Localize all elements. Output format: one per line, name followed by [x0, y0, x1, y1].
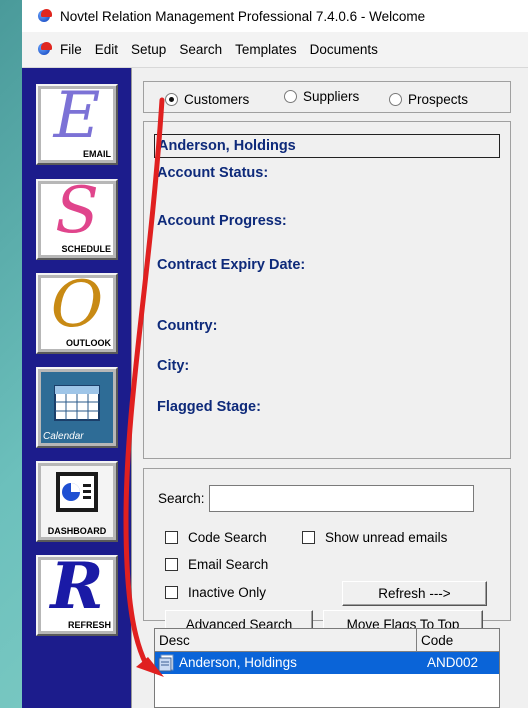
- code-search-checkbox[interactable]: Code Search: [165, 530, 267, 545]
- column-header-code[interactable]: Code: [417, 629, 499, 652]
- account-progress-label: Account Progress:: [157, 213, 287, 229]
- refresh-launcher-button[interactable]: R REFRESH: [36, 555, 118, 636]
- refresh-letter-icon: R: [50, 560, 104, 624]
- system-menu-icon[interactable]: [38, 42, 53, 57]
- customer-grid: Desc Code Anderson, Holdings AND002: [154, 628, 500, 708]
- city-label: City:: [157, 358, 190, 374]
- radio-prospects-label: Prospects: [408, 92, 469, 107]
- row-desc: Anderson, Holdings: [179, 655, 297, 670]
- schedule-button-label: SCHEDULE: [61, 244, 111, 254]
- outlook-button[interactable]: O OUTLOOK: [36, 273, 118, 354]
- show-unread-label: Show unread emails: [325, 530, 448, 545]
- show-unread-box[interactable]: [302, 531, 315, 544]
- schedule-button[interactable]: S SCHEDULE: [36, 179, 118, 260]
- app-window: Novtel Relation Management Professional …: [22, 0, 528, 708]
- email-search-box[interactable]: [165, 558, 178, 571]
- menu-bar: File Edit Setup Search Templates Documen…: [22, 32, 528, 68]
- column-header-desc[interactable]: Desc: [155, 629, 417, 652]
- calendar-button-label: Calendar: [43, 431, 84, 442]
- dashboard-button[interactable]: DASHBOARD: [36, 461, 118, 542]
- schedule-letter-icon: S: [55, 184, 99, 248]
- app-logo-icon: [38, 8, 53, 24]
- radio-customers[interactable]: Customers: [165, 92, 249, 107]
- radio-suppliers-label: Suppliers: [303, 89, 360, 104]
- menu-file[interactable]: File: [60, 42, 82, 57]
- email-button[interactable]: E EMAIL: [36, 84, 118, 165]
- table-row[interactable]: Anderson, Holdings AND002: [155, 652, 499, 674]
- email-letter-icon: E: [53, 89, 101, 153]
- radio-suppliers[interactable]: Suppliers: [284, 89, 359, 104]
- radio-prospects[interactable]: Prospects: [389, 92, 468, 107]
- radio-customers-label: Customers: [184, 92, 250, 107]
- search-input[interactable]: [209, 485, 474, 512]
- refresh-launcher-label: REFRESH: [67, 620, 111, 630]
- email-search-label: Email Search: [188, 557, 269, 572]
- menu-search[interactable]: Search: [179, 42, 222, 57]
- radio-circle-suppliers[interactable]: [284, 90, 297, 103]
- search-label: Search:: [158, 491, 205, 506]
- menu-edit[interactable]: Edit: [95, 42, 118, 57]
- menu-documents[interactable]: Documents: [310, 42, 378, 57]
- email-search-checkbox[interactable]: Email Search: [165, 557, 268, 572]
- inactive-only-box[interactable]: [165, 586, 178, 599]
- inactive-only-checkbox[interactable]: Inactive Only: [165, 585, 266, 600]
- main-panel: Customers Suppliers Prospects Anderson, …: [131, 68, 528, 708]
- dashboard-button-label: DASHBOARD: [47, 526, 107, 536]
- radio-circle-customers[interactable]: [165, 93, 178, 106]
- row-code: AND002: [427, 655, 479, 670]
- contract-expiry-label: Contract Expiry Date:: [157, 257, 306, 273]
- code-search-box[interactable]: [165, 531, 178, 544]
- customer-row-icon: [158, 654, 174, 672]
- refresh-button[interactable]: Refresh --->: [342, 581, 487, 606]
- flagged-stage-label: Flagged Stage:: [157, 399, 261, 415]
- menu-setup[interactable]: Setup: [131, 42, 166, 57]
- code-search-label: Code Search: [188, 530, 267, 545]
- account-status-label: Account Status:: [157, 165, 269, 181]
- outlook-letter-icon: O: [50, 278, 104, 342]
- show-unread-checkbox[interactable]: Show unread emails: [302, 530, 447, 545]
- country-label: Country:: [157, 318, 218, 334]
- radio-circle-prospects[interactable]: [389, 93, 402, 106]
- outlook-button-label: OUTLOOK: [66, 338, 111, 348]
- inactive-only-label: Inactive Only: [188, 585, 267, 600]
- email-button-label: EMAIL: [83, 149, 111, 159]
- calendar-button[interactable]: Calendar: [36, 367, 118, 448]
- title-bar: Novtel Relation Management Professional …: [22, 0, 528, 32]
- customer-name: Anderson, Holdings: [158, 138, 296, 154]
- window-title: Novtel Relation Management Professional …: [60, 8, 426, 24]
- menu-templates[interactable]: Templates: [235, 42, 297, 57]
